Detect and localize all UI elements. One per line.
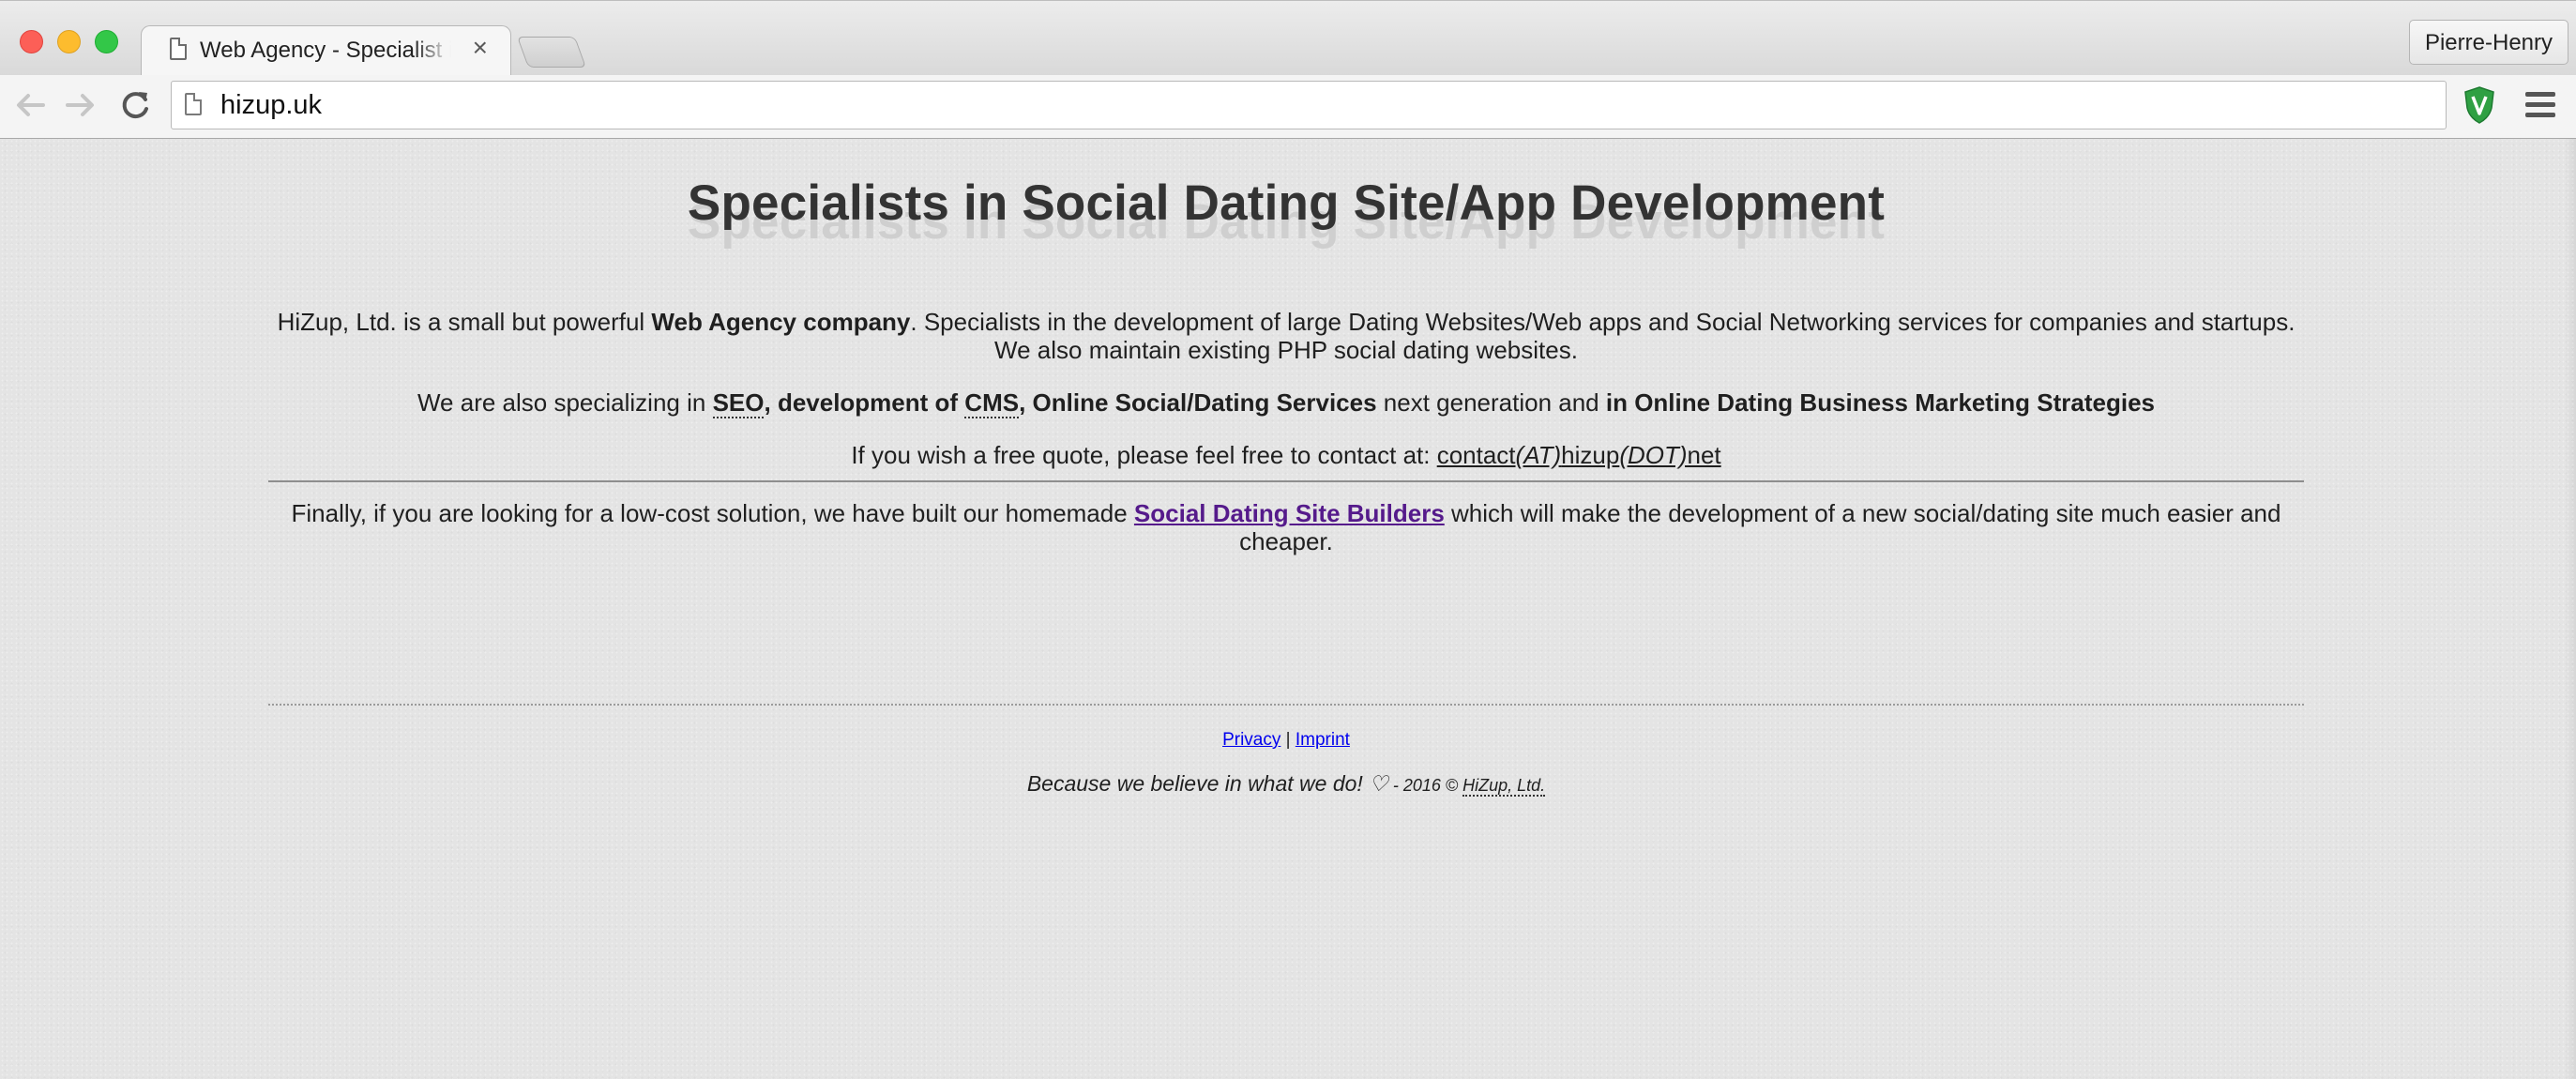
page-viewport: Specialists in Social Dating Site/App De…	[0, 139, 2576, 1079]
imprint-link[interactable]: Imprint	[1296, 730, 1350, 750]
shield-extension-icon[interactable]	[2462, 85, 2496, 125]
contact-email[interactable]: contact(AT)hizup(DOT)net	[1437, 441, 1721, 469]
tab-title: Web Agency - Specialist in Social Dating…	[200, 38, 451, 63]
spec-text-1: We are also specializing in	[417, 388, 713, 417]
contact-part-1: contact	[1436, 441, 1516, 469]
reload-icon[interactable]	[114, 84, 156, 126]
page-info-icon[interactable]	[185, 93, 202, 115]
browser-window: Web Agency - Specialist in Social Dating…	[0, 0, 2576, 1079]
cms-abbr: CMS	[964, 388, 1020, 418]
builders-paragraph: Finally, if you are looking for a low-co…	[268, 499, 2304, 555]
spec-online: Online Social/Dating Services	[1032, 388, 1377, 417]
quote-text: If you wish a free quote, please feel fr…	[851, 441, 1437, 469]
intro-text-1: HiZup, Ltd. is a small but powerful	[277, 308, 652, 336]
quote-paragraph: If you wish a free quote, please feel fr…	[268, 441, 2304, 469]
headline-block: Specialists in Social Dating Site/App De…	[268, 139, 2304, 280]
contact-part-2: (AT)	[1515, 441, 1562, 469]
intro-paragraph: HiZup, Ltd. is a small but powerful Web …	[268, 308, 2304, 364]
page-content: Specialists in Social Dating Site/App De…	[268, 139, 2304, 797]
spec-marketing: in Online Dating Business Marketing Stra…	[1605, 388, 2155, 417]
window-close-button[interactable]	[20, 30, 43, 53]
title-bar: Web Agency - Specialist in Social Dating…	[0, 0, 2576, 77]
forward-arrow-icon[interactable]	[60, 84, 101, 126]
profile-button[interactable]: Pierre-Henry	[2408, 20, 2568, 65]
intro-bold: Web Agency company	[651, 308, 911, 336]
site-builders-link[interactable]: Social Dating Site Builders	[1134, 499, 1445, 527]
footer-separator: |	[1280, 730, 1296, 750]
contact-part-4: (DOT)	[1619, 441, 1688, 469]
footer-divider	[268, 704, 2304, 706]
window-zoom-button[interactable]	[95, 30, 118, 53]
intro-text-3: We also maintain existing PHP social dat…	[994, 336, 1578, 364]
page-edge	[2565, 139, 2576, 1079]
spec-dev-of: development of	[777, 388, 965, 417]
spec-text-2: next generation and	[1376, 388, 1606, 417]
heart-icon: ♡	[1369, 771, 1388, 796]
seo-abbr: SEO	[712, 388, 765, 418]
builders-text-1: Finally, if you are looking for a low-co…	[291, 499, 1134, 527]
contact-part-3: hizup	[1561, 441, 1620, 469]
privacy-link[interactable]: Privacy	[1222, 730, 1280, 750]
footer-links: Privacy | Imprint	[268, 730, 2304, 751]
intro-text-2: . Specialists in the development of larg…	[910, 308, 2296, 336]
specializing-paragraph: We are also specializing in SEO, develop…	[268, 388, 2304, 418]
spec-comma-2: ,	[1019, 388, 1033, 417]
back-arrow-icon[interactable]	[9, 84, 51, 126]
browser-tab[interactable]: Web Agency - Specialist in Social Dating…	[141, 25, 511, 77]
contact-part-5: net	[1687, 441, 1721, 469]
divider	[268, 480, 2304, 482]
spec-comma-1: ,	[764, 388, 778, 417]
address-bar[interactable]: hizup.uk	[171, 81, 2447, 129]
url-text[interactable]: hizup.uk	[220, 90, 322, 121]
new-tab-button[interactable]	[516, 37, 587, 68]
tagline-text: Because we believe in what we do!	[1026, 771, 1370, 796]
company-name: HiZup, Ltd.	[1462, 776, 1546, 797]
window-minimize-button[interactable]	[57, 30, 81, 53]
tab-close-icon[interactable]: ×	[473, 33, 488, 62]
page-icon	[170, 38, 187, 60]
page-title: Specialists in Social Dating Site/App De…	[687, 175, 1886, 231]
copyright-year: - 2016 ©	[1387, 776, 1463, 795]
hamburger-menu-icon[interactable]	[2525, 92, 2555, 120]
footer-tagline: Because we believe in what we do! ♡ - 20…	[268, 771, 2304, 797]
browser-toolbar: hizup.uk	[0, 75, 2576, 139]
